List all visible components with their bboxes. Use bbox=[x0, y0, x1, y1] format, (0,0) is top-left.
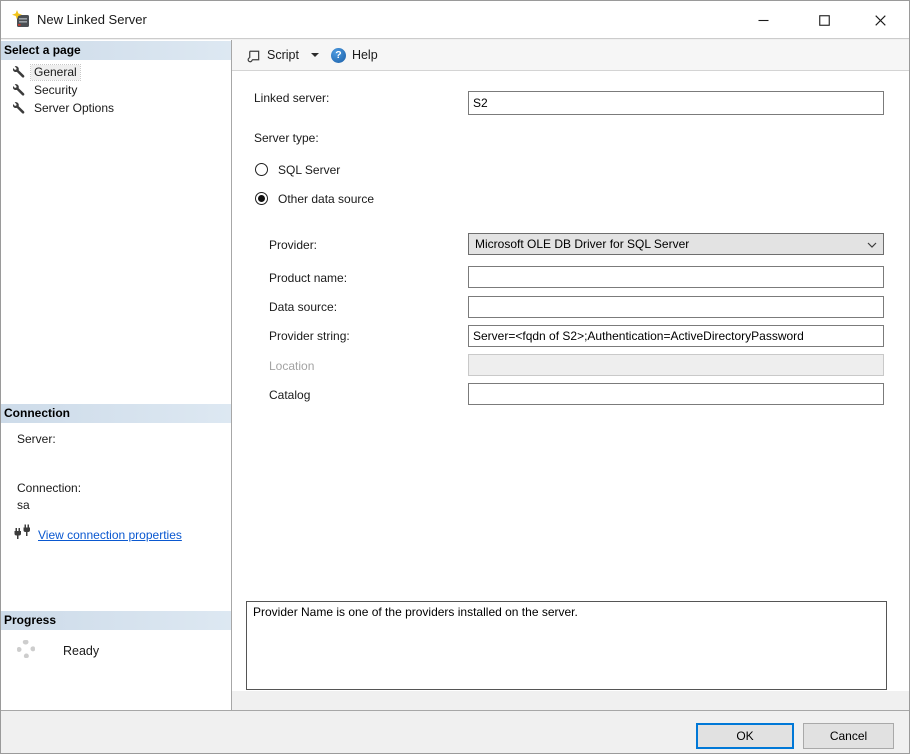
script-button[interactable]: Script bbox=[246, 48, 299, 63]
wrench-icon bbox=[13, 102, 26, 115]
provider-string-label: Provider string: bbox=[269, 329, 350, 343]
sidebar: Select a page General Security Server Op… bbox=[1, 40, 232, 710]
help-icon: ? bbox=[331, 48, 346, 63]
script-dropdown-caret-icon[interactable] bbox=[311, 53, 319, 57]
product-name-input[interactable] bbox=[468, 266, 884, 288]
sidebar-item-label: Server Options bbox=[31, 101, 117, 116]
provider-string-input[interactable] bbox=[468, 325, 884, 347]
sidebar-item-security[interactable]: Security bbox=[1, 81, 231, 99]
sql-server-radio-label[interactable]: SQL Server bbox=[278, 163, 340, 177]
sidebar-item-label: General bbox=[31, 65, 80, 80]
provider-dropdown[interactable]: Microsoft OLE DB Driver for SQL Server bbox=[468, 233, 884, 255]
data-source-label: Data source: bbox=[269, 300, 337, 314]
provider-selected-value: Microsoft OLE DB Driver for SQL Server bbox=[475, 237, 867, 251]
progress-status: Ready bbox=[63, 644, 99, 658]
wrench-icon bbox=[13, 84, 26, 97]
minimize-button[interactable] bbox=[740, 1, 786, 39]
other-data-source-radio-label[interactable]: Other data source bbox=[278, 192, 374, 206]
script-label: Script bbox=[267, 48, 299, 62]
window-title: New Linked Server bbox=[37, 12, 147, 27]
dialog-footer: OK Cancel bbox=[1, 710, 909, 754]
view-connection-properties-row: View connection properties bbox=[14, 524, 182, 545]
maximize-button[interactable] bbox=[801, 1, 847, 39]
location-input bbox=[468, 354, 884, 376]
connection-label: Connection: bbox=[17, 481, 81, 495]
location-label: Location bbox=[269, 359, 314, 373]
catalog-label: Catalog bbox=[269, 388, 310, 402]
wrench-icon bbox=[13, 66, 26, 79]
other-data-source-radio[interactable] bbox=[255, 192, 268, 205]
data-source-input[interactable] bbox=[468, 296, 884, 318]
progress-spinner-icon bbox=[17, 640, 35, 658]
connection-server-label: Server: bbox=[17, 432, 56, 446]
server-type-label: Server type: bbox=[254, 131, 319, 145]
cancel-button[interactable]: Cancel bbox=[803, 723, 894, 749]
script-icon bbox=[246, 48, 261, 63]
view-connection-properties-link[interactable]: View connection properties bbox=[38, 528, 182, 542]
linked-server-label: Linked server: bbox=[254, 91, 329, 105]
title-bar: New Linked Server bbox=[1, 1, 909, 39]
new-linked-server-icon bbox=[12, 10, 32, 30]
product-name-label: Product name: bbox=[269, 271, 347, 285]
dialog-toolbar: Script ? Help bbox=[232, 40, 910, 71]
progress-header: Progress bbox=[1, 611, 231, 630]
new-linked-server-dialog: New Linked Server Select a page General … bbox=[0, 0, 910, 754]
sidebar-item-server-options[interactable]: Server Options bbox=[1, 99, 231, 117]
connection-user-value: sa bbox=[17, 498, 30, 512]
linked-server-input[interactable] bbox=[468, 91, 884, 115]
ok-button[interactable]: OK bbox=[696, 723, 794, 749]
provider-label: Provider: bbox=[269, 238, 317, 252]
general-page-content: Linked server: Server type: SQL Server O… bbox=[232, 71, 910, 691]
connection-header: Connection bbox=[1, 404, 231, 423]
sidebar-item-label: Security bbox=[31, 83, 80, 98]
select-a-page-header: Select a page bbox=[1, 41, 231, 60]
sidebar-item-general[interactable]: General bbox=[1, 63, 231, 81]
close-button[interactable] bbox=[857, 1, 903, 39]
connection-properties-icon bbox=[14, 524, 31, 545]
help-label: Help bbox=[352, 48, 378, 62]
sql-server-radio[interactable] bbox=[255, 163, 268, 176]
chevron-down-icon bbox=[867, 237, 877, 251]
catalog-input[interactable] bbox=[468, 383, 884, 405]
provider-help-text: Provider Name is one of the providers in… bbox=[246, 601, 887, 690]
help-button[interactable]: ? Help bbox=[331, 48, 378, 63]
